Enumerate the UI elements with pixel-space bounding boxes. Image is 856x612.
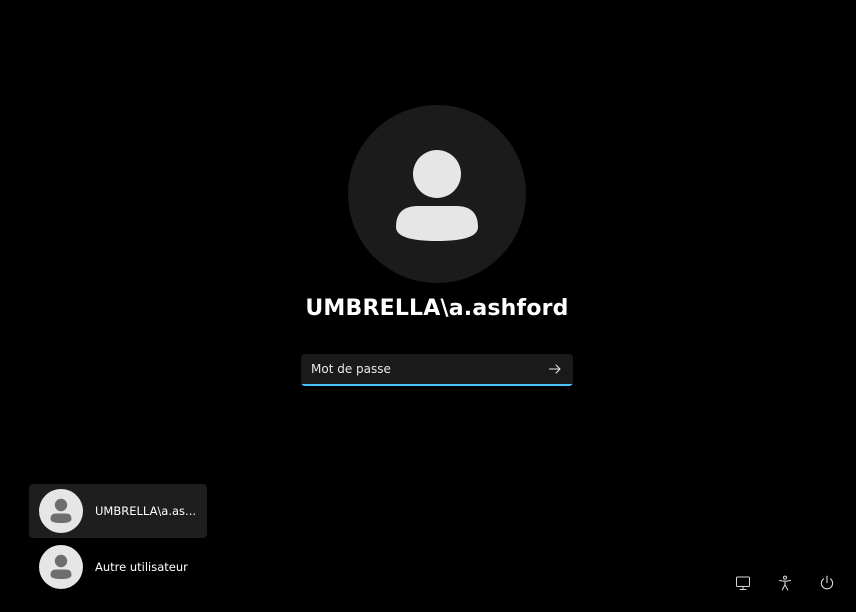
user-tile-other-user[interactable]: Autre utilisateur (29, 540, 207, 594)
password-input[interactable] (301, 354, 537, 384)
user-tile-current[interactable]: UMBRELLA\a.as... (29, 484, 207, 538)
submit-password-button[interactable] (543, 358, 567, 380)
lock-screen: UMBRELLA\a.ashford UMBRELLA\a.as... Autr… (0, 0, 856, 612)
arrow-right-icon (548, 364, 561, 374)
user-avatar-icon (39, 545, 83, 589)
network-button[interactable] (728, 568, 758, 598)
user-tile-label: UMBRELLA\a.as... (95, 504, 197, 518)
user-avatar (348, 105, 526, 283)
network-icon (736, 576, 750, 590)
accessibility-icon (778, 575, 792, 591)
power-button[interactable] (812, 568, 842, 598)
user-avatar-icon (39, 489, 83, 533)
accessibility-button[interactable] (770, 568, 800, 598)
username-label: UMBRELLA\a.ashford (305, 296, 569, 321)
user-switcher-list: UMBRELLA\a.as... Autre utilisateur (29, 484, 209, 594)
user-silhouette-icon (396, 150, 478, 241)
system-tray (716, 568, 842, 598)
user-tile-label: Autre utilisateur (95, 560, 188, 574)
power-icon (820, 575, 834, 590)
password-field[interactable] (301, 354, 573, 386)
